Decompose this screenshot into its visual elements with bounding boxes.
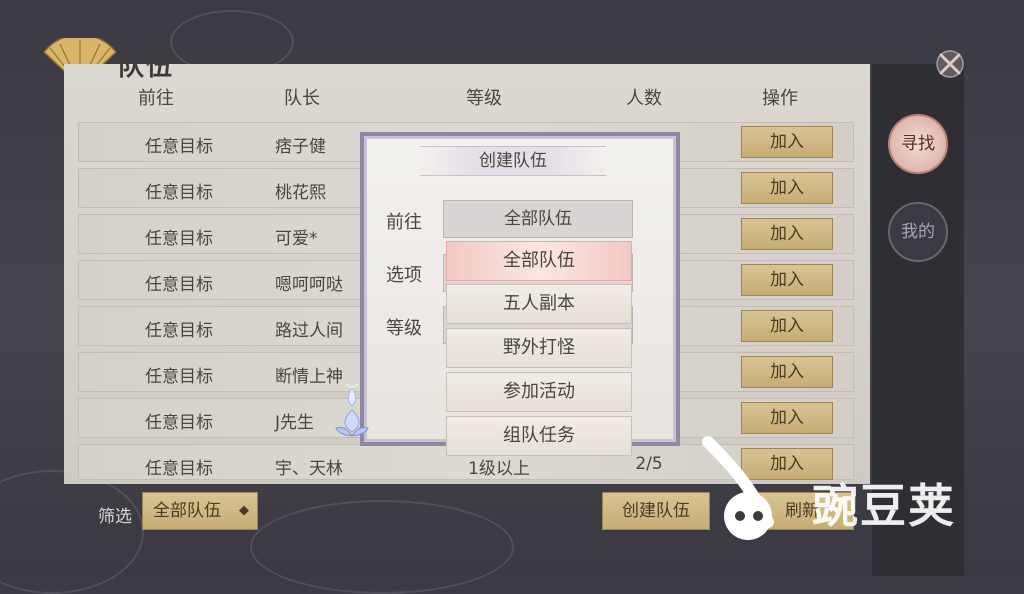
header-destination: 前往: [138, 88, 174, 109]
dropdown-option[interactable]: 五人副本: [446, 284, 632, 324]
dropdown-option[interactable]: 野外打怪: [446, 328, 632, 368]
find-tab[interactable]: 寻找: [888, 114, 948, 174]
dialog-level-label: 等级: [386, 318, 422, 339]
join-button[interactable]: 加入: [741, 310, 833, 342]
mine-tab[interactable]: 我的: [888, 202, 948, 262]
row-destination: 任意目标: [145, 321, 213, 341]
row-destination: 任意目标: [145, 413, 213, 433]
destination-select[interactable]: 全部队伍: [443, 200, 633, 238]
watermark-text: 豌豆荚: [812, 479, 956, 533]
row-leader: 桃花熙: [275, 183, 326, 203]
filter-select[interactable]: 全部队伍 ◆: [142, 492, 258, 530]
row-leader: 嗯呵呵哒: [275, 275, 343, 295]
row-destination: 任意目标: [145, 229, 213, 249]
dialog-destination-label: 前往: [386, 212, 422, 233]
panel-title: 队伍: [118, 52, 175, 82]
updown-arrow-icon: ◆: [239, 503, 249, 518]
dropdown-option[interactable]: 组队任务: [446, 416, 632, 456]
header-leader: 队长: [284, 88, 320, 109]
dialog-option-label: 选项: [386, 265, 422, 286]
row-count: 2/5: [635, 454, 663, 474]
row-leader: 痞子健: [275, 137, 326, 157]
filter-label: 筛选: [98, 507, 132, 527]
background-swirl: [250, 500, 514, 594]
row-destination: 任意目标: [145, 275, 213, 295]
wandoujia-logo-icon: [702, 436, 774, 540]
background-swirl: [0, 470, 144, 594]
dialog-title: 创建队伍: [420, 146, 606, 176]
join-button[interactable]: 加入: [741, 218, 833, 250]
row-destination: 任意目标: [145, 367, 213, 387]
row-leader: 宇、天林: [275, 459, 343, 479]
close-icon[interactable]: [930, 48, 970, 80]
row-destination: 任意目标: [145, 183, 213, 203]
join-button[interactable]: 加入: [741, 172, 833, 204]
header-count: 人数: [626, 88, 662, 109]
header-action: 操作: [762, 88, 798, 109]
row-level: 1级以上: [468, 459, 530, 479]
join-button[interactable]: 加入: [741, 402, 833, 434]
join-button[interactable]: 加入: [741, 264, 833, 296]
row-leader: 路过人间: [275, 321, 343, 341]
dropdown-option[interactable]: 全部队伍: [446, 241, 632, 281]
row-leader: 可爱*: [275, 229, 318, 249]
join-button[interactable]: 加入: [741, 356, 833, 388]
filter-value: 全部队伍: [153, 501, 221, 521]
row-destination: 任意目标: [145, 459, 213, 479]
header-level: 等级: [466, 88, 502, 109]
row-destination: 任意目标: [145, 137, 213, 157]
join-button[interactable]: 加入: [741, 126, 833, 158]
row-leader: J先生: [275, 413, 315, 433]
lotus-icon: [335, 383, 369, 437]
dropdown-option[interactable]: 参加活动: [446, 372, 632, 412]
